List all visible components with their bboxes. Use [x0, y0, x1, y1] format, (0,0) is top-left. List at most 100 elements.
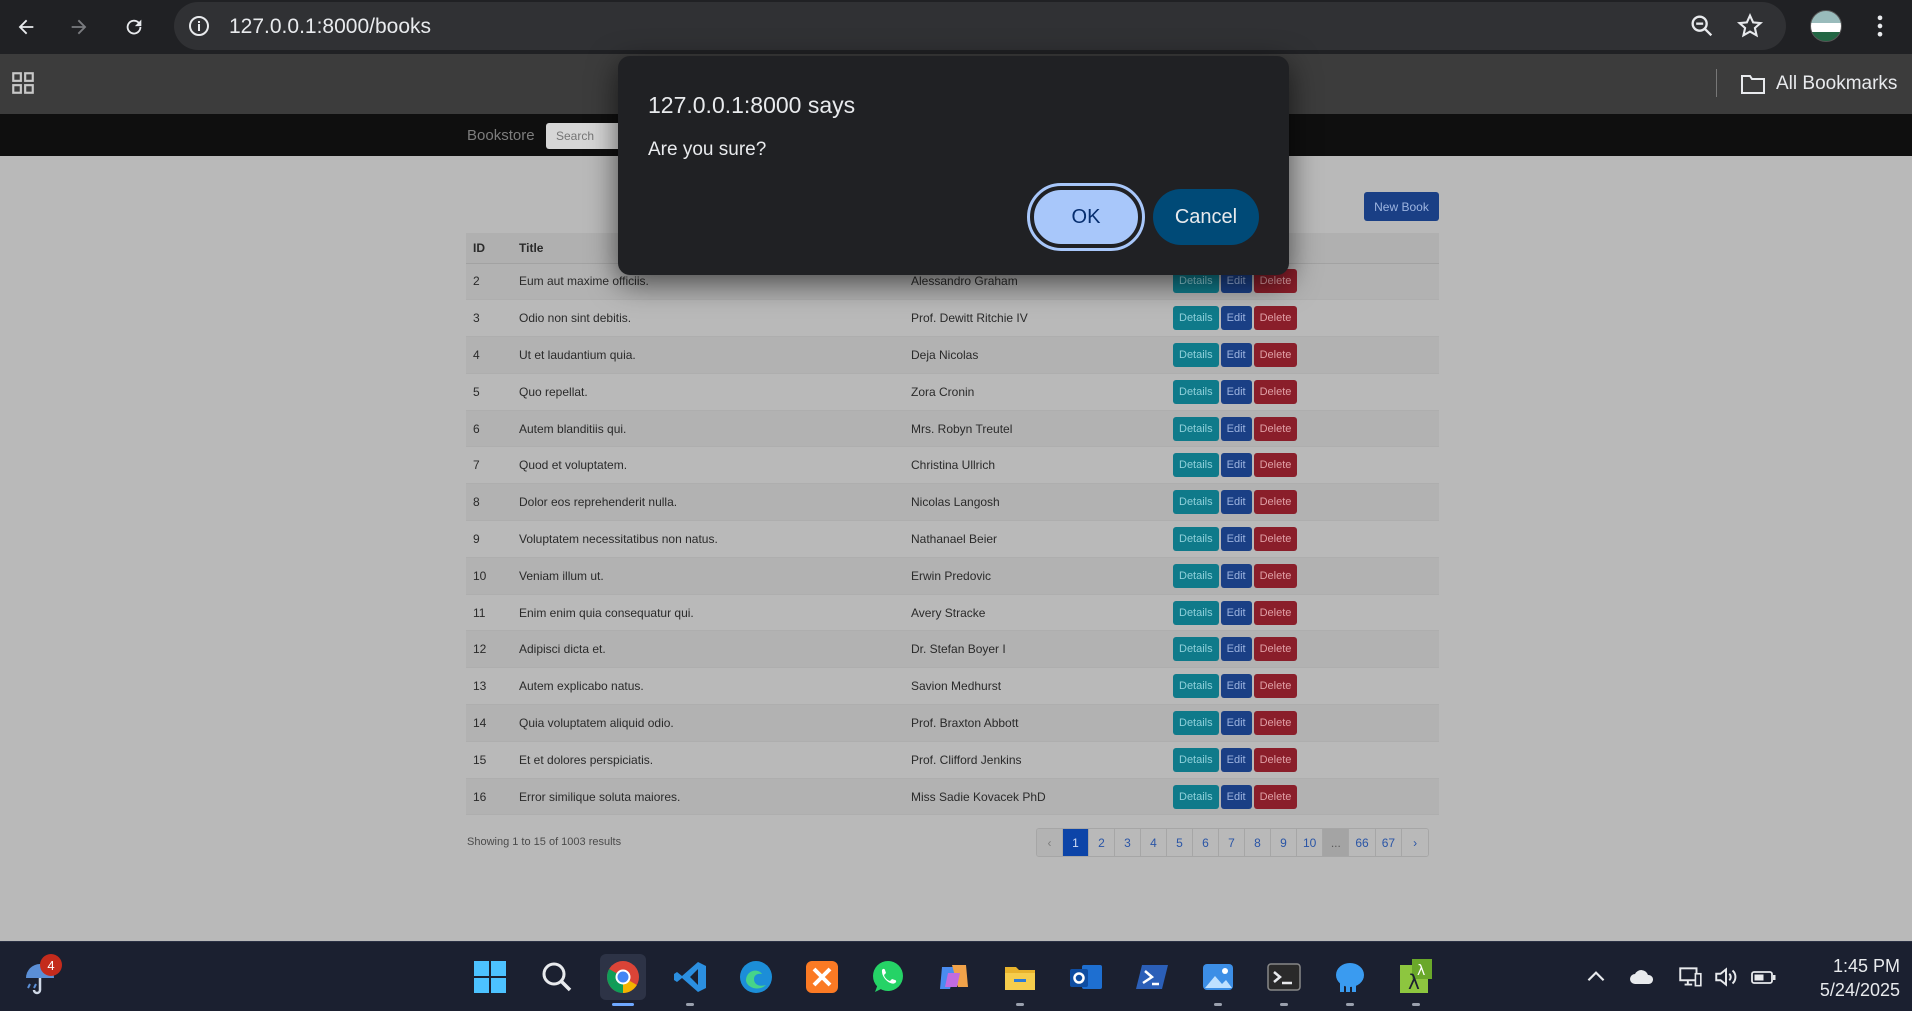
details-button[interactable]: Details	[1173, 784, 1219, 809]
pagination-page-9[interactable]: 9	[1271, 829, 1297, 856]
details-button[interactable]: Details	[1173, 416, 1219, 441]
details-button[interactable]: Details	[1173, 747, 1219, 772]
zoom-icon[interactable]	[1688, 12, 1716, 40]
delete-button[interactable]: Delete	[1253, 710, 1298, 735]
site-brand[interactable]: Bookstore	[467, 127, 535, 144]
edit-button[interactable]: Edit	[1220, 747, 1252, 772]
edit-button[interactable]: Edit	[1220, 674, 1252, 699]
delete-button[interactable]: Delete	[1253, 526, 1298, 551]
file-explorer-icon[interactable]	[997, 954, 1043, 1006]
details-button[interactable]: Details	[1173, 379, 1219, 404]
edit-button[interactable]: Edit	[1220, 637, 1252, 662]
system-clock[interactable]: 1:45 PM 5/24/2025	[1780, 954, 1900, 1002]
details-button[interactable]: Details	[1173, 526, 1219, 551]
xampp-icon[interactable]	[799, 954, 845, 1000]
details-button[interactable]: Details	[1173, 453, 1219, 478]
apps-grid-icon[interactable]	[10, 70, 36, 96]
lambda-app-icon[interactable]: λλ	[1393, 954, 1439, 1006]
delete-button[interactable]: Delete	[1253, 784, 1298, 809]
onedrive-cloud-icon[interactable]	[1628, 964, 1654, 990]
pagination-page-7[interactable]: 7	[1219, 829, 1245, 856]
pagination-page-2[interactable]: 2	[1089, 829, 1115, 856]
pagination-next[interactable]: ›	[1402, 829, 1429, 856]
outlook-icon[interactable]	[1063, 954, 1109, 1000]
delete-button[interactable]: Delete	[1253, 416, 1298, 441]
delete-button[interactable]: Delete	[1253, 342, 1298, 367]
address-bar[interactable]: 127.0.0.1:8000/books	[174, 2, 1786, 50]
forward-arrow-icon[interactable]	[62, 10, 96, 44]
cell-author: Mrs. Robyn Treutel	[904, 410, 1166, 448]
ok-button[interactable]: OK	[1027, 183, 1145, 251]
edit-button[interactable]: Edit	[1220, 379, 1252, 404]
edit-button[interactable]: Edit	[1220, 490, 1252, 515]
search-icon[interactable]	[534, 954, 580, 1000]
details-button[interactable]: Details	[1173, 710, 1219, 735]
start-windows-icon[interactable]	[467, 954, 513, 1000]
delete-button[interactable]: Delete	[1253, 600, 1298, 625]
pagination-page-1[interactable]: 1	[1063, 829, 1089, 856]
copilot-icon[interactable]	[931, 954, 977, 1000]
network-icon[interactable]	[1677, 964, 1703, 990]
powershell-icon[interactable]	[1129, 954, 1175, 1000]
svg-text:λ: λ	[1417, 963, 1425, 979]
profile-avatar[interactable]	[1810, 10, 1842, 42]
details-button[interactable]: Details	[1173, 674, 1219, 699]
edit-button[interactable]: Edit	[1220, 453, 1252, 478]
details-button[interactable]: Details	[1173, 600, 1219, 625]
browser-toolbar: 127.0.0.1:8000/books	[0, 0, 1912, 54]
cell-title: Veniam illum ut.	[512, 557, 904, 595]
delete-button[interactable]: Delete	[1253, 637, 1298, 662]
pagination-page-10[interactable]: 10	[1297, 829, 1324, 856]
pagination-page-5[interactable]: 5	[1167, 829, 1193, 856]
pagination-page-66[interactable]: 66	[1349, 829, 1376, 856]
more-menu-icon[interactable]	[1866, 12, 1894, 40]
details-button[interactable]: Details	[1173, 563, 1219, 588]
photos-icon[interactable]	[1195, 954, 1241, 1006]
details-button[interactable]: Details	[1173, 490, 1219, 515]
delete-button[interactable]: Delete	[1253, 747, 1298, 772]
delete-button[interactable]: Delete	[1253, 379, 1298, 404]
new-book-button[interactable]: New Book	[1364, 192, 1439, 221]
delete-button[interactable]: Delete	[1253, 306, 1298, 331]
pagination-page-8[interactable]: 8	[1245, 829, 1271, 856]
details-button[interactable]: Details	[1173, 306, 1219, 331]
cell-id: 2	[466, 263, 512, 301]
edit-button[interactable]: Edit	[1220, 563, 1252, 588]
table-row: 16 Error similique soluta maiores. Miss Sa…	[466, 778, 1439, 816]
pagination-page-3[interactable]: 3	[1115, 829, 1141, 856]
terminal-icon[interactable]	[1261, 954, 1307, 1006]
site-search-input[interactable]	[546, 123, 626, 149]
edge-icon[interactable]	[733, 954, 779, 1000]
all-bookmarks-button[interactable]: All Bookmarks	[1740, 70, 1897, 98]
pagination-page-4[interactable]: 4	[1141, 829, 1167, 856]
edit-button[interactable]: Edit	[1220, 306, 1252, 331]
delete-button[interactable]: Delete	[1253, 674, 1298, 699]
back-arrow-icon[interactable]	[9, 10, 43, 44]
delete-button[interactable]: Delete	[1253, 453, 1298, 478]
edit-button[interactable]: Edit	[1220, 342, 1252, 367]
edit-button[interactable]: Edit	[1220, 710, 1252, 735]
cell-id: 11	[466, 594, 512, 632]
bookmark-star-icon[interactable]	[1736, 12, 1764, 40]
details-button[interactable]: Details	[1173, 342, 1219, 367]
vscode-icon[interactable]	[667, 954, 713, 1006]
edit-button[interactable]: Edit	[1220, 416, 1252, 441]
pagination-page-6[interactable]: 6	[1193, 829, 1219, 856]
site-info-icon[interactable]	[187, 14, 211, 38]
reload-icon[interactable]	[117, 10, 151, 44]
edit-button[interactable]: Edit	[1220, 784, 1252, 809]
chrome-icon[interactable]	[600, 954, 646, 1006]
edit-button[interactable]: Edit	[1220, 600, 1252, 625]
whatsapp-icon[interactable]	[865, 954, 911, 1000]
tableplus-elephant-icon[interactable]	[1327, 954, 1373, 1006]
delete-button[interactable]: Delete	[1253, 490, 1298, 515]
volume-icon[interactable]	[1713, 964, 1739, 990]
pagination-page-67[interactable]: 67	[1375, 829, 1403, 856]
cancel-button[interactable]: Cancel	[1153, 189, 1259, 245]
url-text[interactable]: 127.0.0.1:8000/books	[229, 15, 431, 39]
edit-button[interactable]: Edit	[1220, 526, 1252, 551]
chevron-up-icon[interactable]	[1583, 964, 1609, 990]
battery-icon[interactable]	[1750, 964, 1776, 990]
details-button[interactable]: Details	[1173, 637, 1219, 662]
delete-button[interactable]: Delete	[1253, 563, 1298, 588]
